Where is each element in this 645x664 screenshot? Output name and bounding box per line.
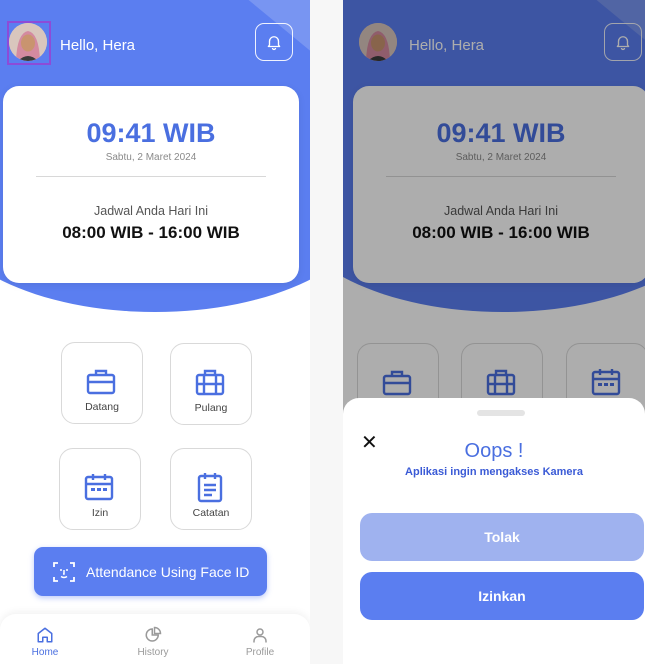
home-screen: Hello, Hera 09:41 WIB Sabtu, 2 Maret 202… [0, 0, 310, 664]
avatar[interactable] [9, 23, 47, 61]
nav-label: History [137, 647, 169, 658]
schedule-time: 08:00 WIB - 16:00 WIB [62, 223, 240, 242]
schedule-label: Jadwal Anda Hari Ini [94, 204, 208, 218]
dialog-message: Aplikasi ingin mengakses Kamera [405, 466, 583, 478]
reject-button[interactable]: Tolak [360, 513, 644, 561]
calendar-icon [84, 474, 114, 501]
menu-datang[interactable]: Datang [61, 342, 143, 424]
bag-icon [195, 369, 225, 396]
clipboard-icon [197, 473, 223, 503]
nav-home[interactable]: Home [15, 626, 75, 658]
dialog-title: Oops ! [464, 440, 524, 462]
greeting-text: Hello, Hera [60, 37, 136, 54]
nav-label: Profile [245, 647, 275, 658]
face-id-label: Attendance Using Face ID [86, 563, 250, 580]
permission-sheet: ✕ Oops ! Aplikasi ingin mengakses Kamera… [343, 398, 645, 664]
home-icon [37, 627, 53, 643]
sheet-handle[interactable] [477, 410, 525, 416]
card-divider [36, 176, 266, 177]
face-scan-icon [53, 561, 75, 582]
menu-label: Catatan [192, 507, 230, 519]
bell-icon [267, 36, 281, 51]
notification-button[interactable] [255, 23, 293, 61]
avatar-image [9, 23, 47, 61]
clock-card: 09:41 WIB Sabtu, 2 Maret 2024 Jadwal And… [3, 86, 299, 283]
permission-screen: Hello, Hera 09:41 WIB Sabtu, 2 Maret 202… [343, 0, 645, 664]
briefcase-icon [86, 369, 116, 395]
menu-label: Izin [91, 507, 109, 519]
menu-catatan[interactable]: Catatan [170, 448, 252, 530]
menu-pulang[interactable]: Pulang [170, 343, 252, 425]
face-id-button[interactable]: Attendance Using Face ID [34, 547, 267, 596]
nav-label: Home [31, 647, 59, 658]
user-icon [253, 628, 267, 643]
pie-chart-icon [145, 626, 162, 642]
menu-label: Datang [85, 401, 119, 413]
current-time: 09:41 WIB [86, 118, 216, 148]
allow-button[interactable]: Izinkan [360, 572, 644, 620]
current-date: Sabtu, 2 Maret 2024 [105, 152, 197, 163]
nav-history[interactable]: History [123, 626, 183, 658]
bottom-nav: Home History Profile [0, 614, 310, 664]
menu-label: Pulang [194, 402, 228, 414]
screen-gap [310, 0, 343, 664]
nav-profile[interactable]: Profile [230, 626, 290, 658]
menu-izin[interactable]: Izin [59, 448, 141, 530]
